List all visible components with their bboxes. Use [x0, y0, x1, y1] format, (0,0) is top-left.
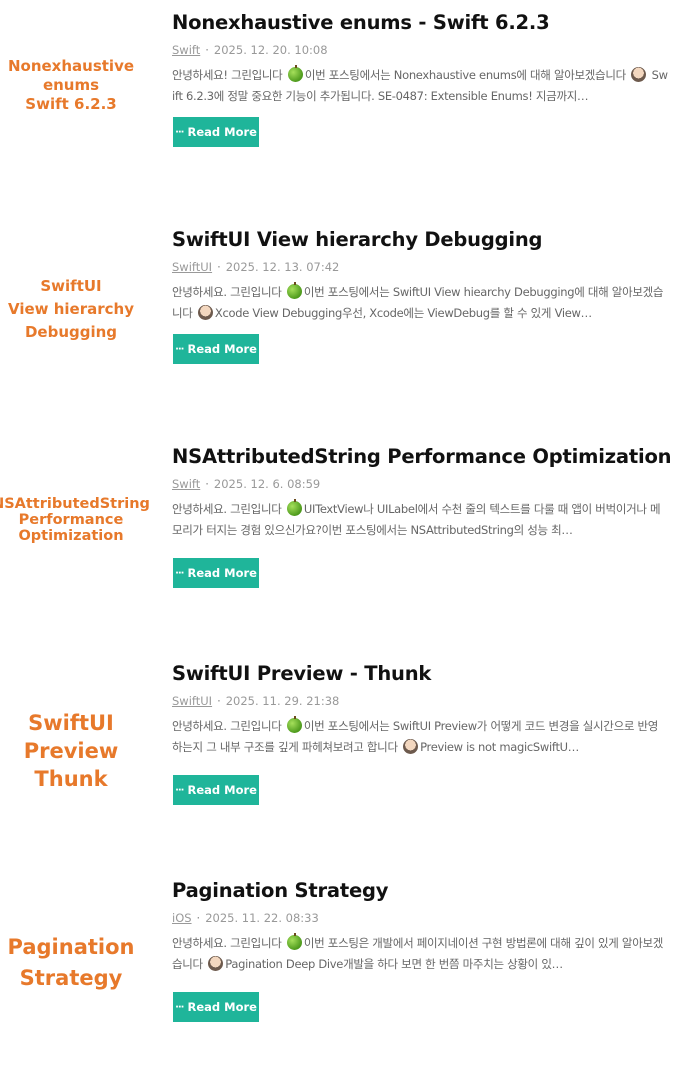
ellipsis-icon: ··· [175, 126, 184, 138]
post-thumbnail[interactable]: Nonexhaustive enums Swift 6.2.3 [0, 10, 142, 160]
excerpt-text: Xcode View Debugging우선, Xcode에는 ViewDebu… [214, 306, 592, 320]
read-more-label: Read More [187, 566, 257, 580]
read-more-button[interactable]: ··· Read More [173, 775, 259, 805]
excerpt-text: 이번 포스팅에서는 Nonexhaustive enums에 대해 알아보겠습니… [304, 68, 630, 82]
ellipsis-icon: ··· [175, 1001, 184, 1013]
post-category-link[interactable]: SwiftUI [172, 694, 212, 708]
read-more-label: Read More [187, 342, 257, 356]
post-date: 2025. 12. 6. 08:59 [213, 477, 321, 491]
post-date: 2025. 12. 20. 10:08 [213, 43, 328, 57]
post-date: 2025. 11. 29. 21:38 [225, 694, 340, 708]
post-excerpt: 안녕하세요. 그린입니다 이번 포스팅에서는 SwiftUI Preview가 … [172, 716, 668, 758]
excerpt-text: 안녕하세요. 그린입니다 [172, 502, 285, 516]
post-meta: Swift · 2025. 12. 20. 10:08 [172, 42, 328, 58]
post-thumbnail[interactable]: SwiftUI View hierarchy Debugging [0, 227, 142, 392]
green-apple-emoji-icon [286, 716, 302, 733]
ellipsis-icon: ··· [175, 784, 184, 796]
post-excerpt: 안녕하세요! 그린입니다 이번 포스팅에서는 Nonexhaustive enu… [172, 65, 668, 107]
post-meta: Swift · 2025. 12. 6. 08:59 [172, 476, 320, 492]
read-more-button[interactable]: ··· Read More [173, 117, 259, 147]
person-emoji-icon [197, 305, 213, 320]
post-thumbnail[interactable]: SwiftUI Preview Thunk [0, 661, 142, 841]
post-item: Nonexhaustive enums Swift 6.2.3 Nonexhau… [0, 10, 686, 210]
post-excerpt: 안녕하세요. 그린입니다 UITextView나 UILabel에서 수천 줄의… [172, 499, 668, 541]
post-item: SwiftUI Preview Thunk SwiftUI Preview - … [0, 661, 686, 861]
excerpt-text: Pagination Deep Dive개발을 하다 보면 한 번쯤 마주치는 … [225, 957, 563, 971]
post-thumbnail[interactable]: NSAttributedString Performance Optimizat… [0, 444, 150, 596]
thumbnail-text: Pagination Strategy [7, 935, 135, 990]
person-emoji-icon [631, 67, 647, 82]
post-date: 2025. 11. 22. 08:33 [205, 911, 319, 925]
meta-separator: · [205, 477, 209, 491]
post-excerpt: 안녕하세요. 그린입니다 이번 포스팅은 개발에서 페이지네이션 구현 방법론에… [172, 933, 668, 975]
green-apple-emoji-icon [286, 282, 302, 299]
green-apple-emoji-icon [286, 499, 302, 516]
post-excerpt: 안녕하세요. 그린입니다 이번 포스팅에서는 SwiftUI View hiea… [172, 282, 668, 324]
green-apple-emoji-icon [287, 65, 303, 82]
read-more-button[interactable]: ··· Read More [173, 334, 259, 364]
excerpt-text: 안녕하세요. 그린입니다 [172, 719, 285, 733]
meta-separator: · [205, 43, 209, 57]
meta-separator: · [217, 260, 221, 274]
excerpt-text: 안녕하세요. 그린입니다 [172, 936, 285, 950]
read-more-label: Read More [187, 125, 257, 139]
post-title[interactable]: SwiftUI View hierarchy Debugging [172, 227, 682, 253]
post-category-link[interactable]: Swift [172, 477, 200, 491]
excerpt-text: 안녕하세요. 그린입니다 [172, 285, 285, 299]
post-category-link[interactable]: Swift [172, 43, 200, 57]
person-emoji-icon [403, 739, 419, 754]
read-more-label: Read More [187, 1000, 257, 1014]
read-more-label: Read More [187, 783, 257, 797]
post-meta: SwiftUI · 2025. 11. 29. 21:38 [172, 693, 339, 709]
post-category-link[interactable]: SwiftUI [172, 260, 212, 274]
thumbnail-text: SwiftUI View hierarchy Debugging [8, 277, 134, 341]
post-item: NSAttributedString Performance Optimizat… [0, 444, 686, 644]
post-item: SwiftUI View hierarchy Debugging SwiftUI… [0, 227, 686, 427]
post-title[interactable]: NSAttributedString Performance Optimizat… [172, 444, 682, 470]
meta-separator: · [217, 694, 221, 708]
post-date: 2025. 12. 13. 07:42 [225, 260, 340, 274]
post-title[interactable]: SwiftUI Preview - Thunk [172, 661, 682, 687]
excerpt-text: Preview is not magicSwiftU… [420, 740, 579, 754]
meta-separator: · [196, 911, 201, 925]
person-emoji-icon [208, 956, 224, 971]
ellipsis-icon: ··· [175, 567, 184, 579]
ellipsis-icon: ··· [175, 343, 184, 355]
post-title[interactable]: Pagination Strategy [172, 878, 682, 904]
read-more-button[interactable]: ··· Read More [173, 992, 259, 1022]
post-item: Pagination Strategy Pagination Strategy … [0, 878, 686, 1078]
excerpt-text: 안녕하세요! 그린입니다 [172, 68, 286, 82]
thumbnail-text: SwiftUI Preview Thunk [23, 711, 119, 791]
read-more-button[interactable]: ··· Read More [173, 558, 259, 588]
post-category-link[interactable]: iOS [172, 911, 192, 925]
thumbnail-text: NSAttributedString Performance Optimizat… [0, 496, 150, 544]
post-meta: iOS · 2025. 11. 22. 08:33 [172, 910, 319, 926]
thumbnail-text: Nonexhaustive enums Swift 6.2.3 [7, 56, 135, 113]
green-apple-emoji-icon [286, 933, 302, 950]
post-title[interactable]: Nonexhaustive enums - Swift 6.2.3 [172, 10, 682, 36]
post-thumbnail[interactable]: Pagination Strategy [0, 878, 142, 1048]
post-meta: SwiftUI · 2025. 12. 13. 07:42 [172, 259, 339, 275]
